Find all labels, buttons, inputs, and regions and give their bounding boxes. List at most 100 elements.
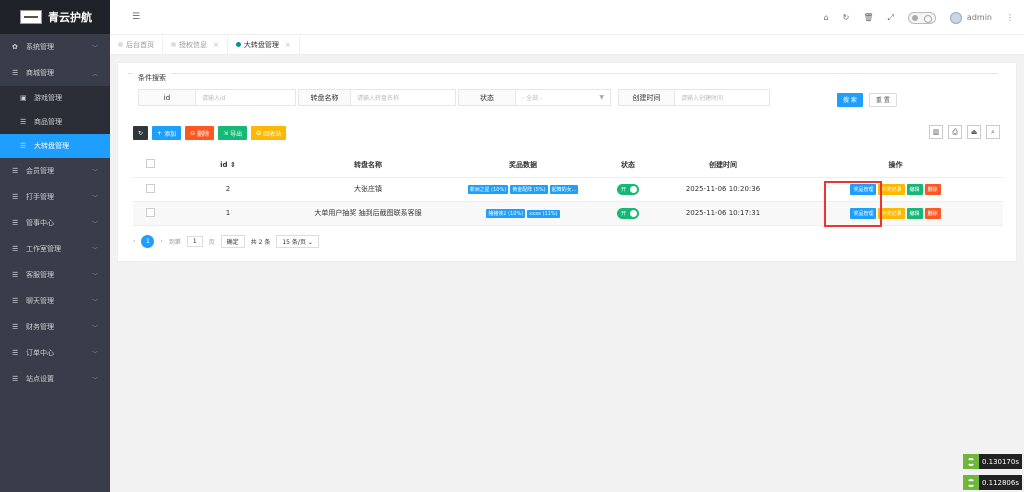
export-label: 导出 xyxy=(230,130,243,138)
sidebar-item-finance[interactable]: ☰ 财务管理 ﹀ xyxy=(0,314,110,340)
refresh-icon[interactable]: ↻ xyxy=(843,13,850,22)
logo-icon xyxy=(20,10,42,24)
table-header-row: id ⇕ 转盘名称 奖品数据 状态 创建时间 操作 xyxy=(133,153,1003,178)
close-icon[interactable]: × xyxy=(213,41,219,49)
delete-row-button[interactable]: 删除 xyxy=(924,183,941,195)
fullscreen-icon[interactable]: ⤢ xyxy=(888,13,894,23)
time-input[interactable]: 请输入创建时间 xyxy=(675,89,770,106)
list-icon: ☰ xyxy=(20,118,27,126)
sidebar-item-site[interactable]: ☰ 站点设置 ﹀ xyxy=(0,366,110,392)
col-id[interactable]: id ⇕ xyxy=(168,153,288,178)
menu-toggle-icon[interactable]: ☰ xyxy=(132,12,140,22)
export-button[interactable]: ⇲ 导出 xyxy=(218,126,248,140)
chevron-down-icon: ﹀ xyxy=(91,324,98,332)
id-input[interactable]: 请输入id xyxy=(196,89,296,106)
tab-license[interactable]: 授权信息 × xyxy=(163,34,228,55)
name-filter: 转盘名称 请输入转盘名称 xyxy=(298,89,456,106)
win-record-button[interactable]: 中奖记录 xyxy=(878,207,905,219)
status-switch[interactable]: 开 xyxy=(617,183,639,195)
edit-button[interactable]: 编辑 xyxy=(906,207,923,219)
home-icon[interactable]: ⌂ xyxy=(824,13,829,22)
dot-icon xyxy=(171,42,176,47)
list-icon: ☰ xyxy=(20,142,27,150)
status-filter: 状态 - 全部 - ▼ xyxy=(458,89,611,106)
more-icon[interactable]: ⋮ xyxy=(1006,13,1014,22)
sidebar-item-label: 系统管理 xyxy=(26,43,54,51)
chevron-down-icon: ﹀ xyxy=(91,376,98,384)
tab-wheel[interactable]: 大转盘管理 × xyxy=(228,34,300,55)
recycle-label: 回收站 xyxy=(263,130,282,138)
sidebar-item-members[interactable]: ☰ 会员管理 ﹀ xyxy=(0,158,110,184)
cell-name: 大张庄镇 xyxy=(288,177,448,202)
goto-confirm-button[interactable]: 确定 xyxy=(220,235,245,248)
next-page-icon[interactable]: › xyxy=(160,238,162,245)
row-checkbox[interactable] xyxy=(146,207,155,217)
chevron-up-icon: ︿ xyxy=(91,70,98,78)
list-icon: ☰ xyxy=(12,69,19,77)
sidebar-item-orders[interactable]: ☰ 订单中心 ﹀ xyxy=(0,340,110,366)
prize-tag: 菲洲之星 (10%) xyxy=(467,184,509,194)
delete-label: 删除 xyxy=(197,130,210,138)
list-icon: ☰ xyxy=(12,271,19,279)
recycle-button[interactable]: ✪ 回收站 xyxy=(251,126,287,140)
sidebar-subitem-wheel[interactable]: ☰ 大转盘管理 xyxy=(0,134,110,158)
cell-prizes: 菲洲之星 (10%) 黄金配阵 (5%) 起舞的女... xyxy=(448,177,598,202)
search-button[interactable]: 搜 索 xyxy=(837,92,863,107)
calendar-icon: ▣ xyxy=(20,94,27,102)
delete-row-button[interactable]: 删除 xyxy=(924,207,941,219)
edit-button[interactable]: 编辑 xyxy=(906,183,923,195)
trash-icon[interactable]: 🗑 xyxy=(863,13,873,22)
tab-label: 后台首页 xyxy=(126,40,154,49)
tab-home[interactable]: 后台首页 xyxy=(110,34,163,55)
sidebar-item-label: 站点设置 xyxy=(26,375,54,383)
user-menu[interactable]: admin xyxy=(949,11,992,24)
sidebar-item-managers[interactable]: ☰ 管事中心 ﹀ xyxy=(0,210,110,236)
status-switch[interactable]: 开 xyxy=(617,207,639,219)
export-icon[interactable]: ⏏ xyxy=(967,125,981,139)
add-button[interactable]: + 添加 xyxy=(152,126,182,140)
cell-ops: 奖品管理 中奖记录 编辑 删除 xyxy=(788,201,1003,226)
select-all-checkbox[interactable] xyxy=(146,159,155,169)
status-label: 状态 xyxy=(458,89,516,106)
refresh-button[interactable]: ↻ xyxy=(133,126,149,140)
sidebar-item-label: 大转盘管理 xyxy=(34,142,69,150)
time-label: 创建时间 xyxy=(618,89,675,106)
sidebar-item-players[interactable]: ☰ 打手管理 ﹀ xyxy=(0,184,110,210)
search-legend: 条件搜索 xyxy=(133,73,171,83)
per-page-select[interactable]: 15 条/页 ⌄ xyxy=(276,235,319,248)
app-title: 青云护航 xyxy=(48,11,92,24)
status-select-value: - 全部 - xyxy=(522,95,543,102)
theme-toggle[interactable] xyxy=(907,11,936,24)
sidebar-item-studio[interactable]: ☰ 工作室管理 ﹀ xyxy=(0,236,110,262)
trash-icon: ⊖ xyxy=(190,129,196,137)
sidebar-subitem-products[interactable]: ☰ 商品管理 xyxy=(0,110,110,134)
win-record-button[interactable]: 中奖记录 xyxy=(878,183,905,195)
name-label: 转盘名称 xyxy=(298,89,351,106)
name-input[interactable]: 请输入转盘名称 xyxy=(351,89,456,106)
goto-page-input[interactable]: 1 xyxy=(186,236,203,247)
tab-label: 授权信息 xyxy=(179,40,207,49)
perf-logo-icon xyxy=(962,475,979,490)
page-current[interactable]: 1 xyxy=(141,235,155,248)
close-icon[interactable]: × xyxy=(285,41,291,49)
sidebar-item-system[interactable]: ✿ 系统管理 ﹀ xyxy=(0,34,110,60)
search-icon[interactable]: ⌕ xyxy=(986,125,1000,139)
list-icon: ☰ xyxy=(12,219,19,227)
sidebar-item-label: 管事中心 xyxy=(26,219,54,227)
sidebar-item-service[interactable]: ☰ 客服管理 ﹀ xyxy=(0,262,110,288)
sidebar-item-label: 财务管理 xyxy=(26,323,54,331)
sidebar-item-mall[interactable]: ☰ 商城管理 ︿ xyxy=(0,60,110,86)
prev-page-icon[interactable]: ‹ xyxy=(133,238,135,245)
sidebar-item-label: 打手管理 xyxy=(26,193,54,201)
row-checkbox[interactable] xyxy=(146,183,155,193)
sidebar-item-chat[interactable]: ☰ 聊天管理 ﹀ xyxy=(0,288,110,314)
plus-icon: + xyxy=(157,129,163,137)
columns-icon[interactable]: ▥ xyxy=(929,125,943,139)
status-select[interactable]: - 全部 - ▼ xyxy=(516,89,611,106)
logo[interactable]: 青云护航 xyxy=(0,0,110,34)
delete-button[interactable]: ⊖ 删除 xyxy=(185,126,215,140)
reset-button[interactable]: 重 置 xyxy=(868,92,897,107)
print-icon[interactable]: ⎙ xyxy=(948,125,962,139)
list-icon: ☰ xyxy=(12,167,19,175)
sidebar-subitem-games[interactable]: ▣ 游戏管理 xyxy=(0,86,110,110)
